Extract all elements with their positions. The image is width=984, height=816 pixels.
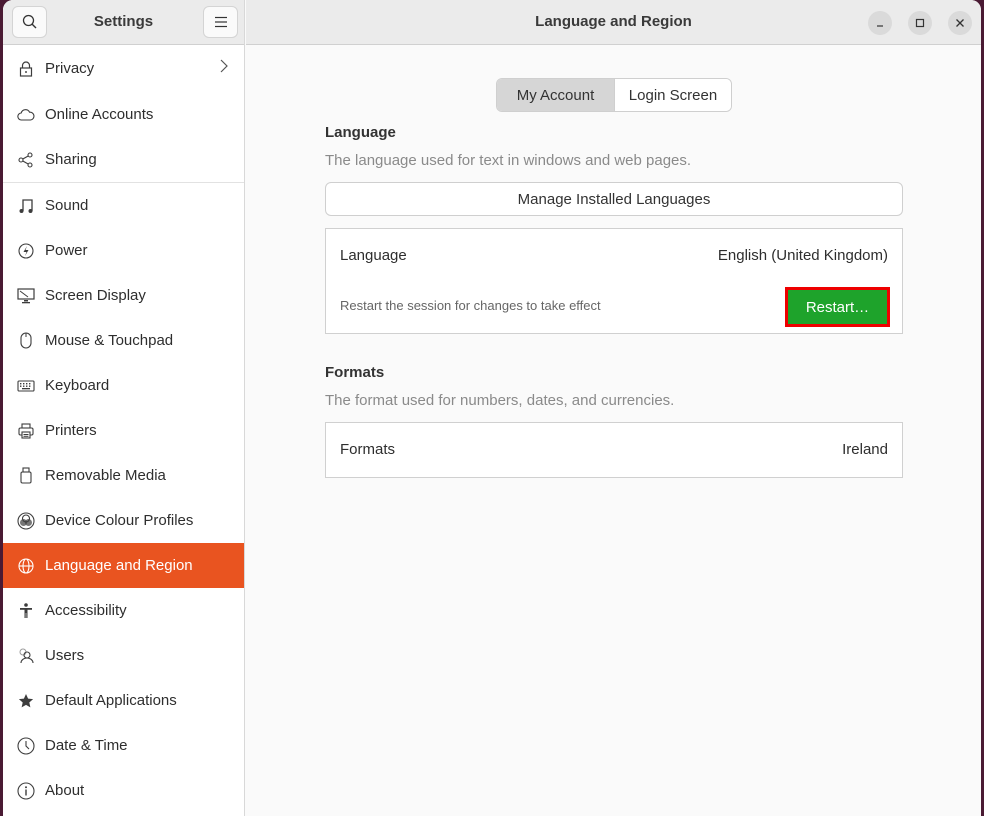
power-icon — [17, 242, 35, 260]
formats-card[interactable]: Formats Ireland — [325, 422, 903, 478]
restart-hint: Restart the session for changes to take … — [340, 298, 601, 313]
sidebar-item-default-applications[interactable]: Default Applications — [3, 678, 244, 723]
tab-my-account[interactable]: My Account — [497, 79, 615, 111]
sidebar-item-label: Sharing — [45, 151, 97, 168]
minimize-button[interactable] — [868, 11, 892, 35]
close-icon — [956, 19, 964, 27]
clock-icon — [17, 736, 35, 755]
formats-row-label: Formats — [340, 441, 396, 458]
maximize-button[interactable] — [908, 11, 932, 35]
sidebar-item-printers[interactable]: Printers — [3, 408, 244, 453]
sidebar-item-removable-media[interactable]: Removable Media — [3, 453, 244, 498]
cloud-icon — [17, 106, 35, 124]
lock-icon — [17, 60, 35, 78]
sidebar-item-about[interactable]: About — [3, 768, 244, 813]
accessibility-icon — [17, 602, 35, 620]
sidebar-item-label: About — [45, 782, 85, 799]
close-button[interactable] — [948, 11, 972, 35]
sidebar-item-mouse-touchpad[interactable]: Mouse & Touchpad — [3, 318, 244, 363]
chevron-right-icon — [220, 59, 228, 77]
sidebar-item-device-colour-profiles[interactable]: Device Colour Profiles — [3, 498, 244, 543]
sidebar-item-online-accounts[interactable]: Online Accounts — [3, 92, 244, 137]
language-card: Language English (United Kingdom) Restar… — [325, 228, 903, 334]
sidebar-item-label: Sound — [45, 197, 89, 214]
language-row-label: Language — [340, 247, 407, 264]
sidebar-item-screen-display[interactable]: Screen Display — [3, 273, 244, 318]
formats-section-description: The format used for numbers, dates, and … — [325, 392, 675, 409]
sidebar-item-privacy[interactable]: Privacy — [3, 45, 244, 92]
restart-button[interactable]: Restart… — [788, 290, 887, 324]
maximize-icon — [915, 18, 925, 28]
formats-section-title: Formats — [325, 364, 385, 381]
sidebar-item-label: Privacy — [45, 60, 95, 77]
language-section-description: The language used for text in windows an… — [325, 152, 692, 169]
printer-icon — [17, 422, 35, 440]
sidebar-item-power[interactable]: Power — [3, 228, 244, 273]
minimize-icon — [877, 25, 883, 27]
settings-window: Settings Privacy Online Accounts Sharing… — [3, 0, 981, 816]
star-icon — [17, 692, 35, 710]
main-menu-button[interactable] — [203, 6, 238, 38]
sidebar-item-label: Users — [45, 647, 85, 664]
restart-highlight: Restart… — [785, 287, 890, 327]
keyboard-icon — [17, 377, 35, 395]
sidebar-item-date-time[interactable]: Date & Time — [3, 723, 244, 768]
sidebar-item-label: Printers — [45, 422, 97, 439]
sidebar-item-label: Keyboard — [45, 377, 110, 394]
mouse-icon — [17, 332, 35, 350]
account-tabs: My Account Login Screen — [496, 78, 732, 112]
tab-login-screen[interactable]: Login Screen — [615, 79, 731, 111]
header-bar: Language and Region — [246, 0, 981, 45]
sidebar: Settings Privacy Online Accounts Sharing… — [3, 0, 245, 816]
sidebar-item-users[interactable]: Users — [3, 633, 244, 678]
sidebar-item-label: Device Colour Profiles — [45, 512, 194, 529]
manage-installed-languages-button[interactable]: Manage Installed Languages — [325, 182, 903, 216]
usb-drive-icon — [17, 467, 35, 485]
sidebar-item-label: Language and Region — [45, 557, 193, 574]
sidebar-item-keyboard[interactable]: Keyboard — [3, 363, 244, 408]
share-icon — [17, 151, 35, 169]
users-icon — [17, 647, 35, 665]
sidebar-item-accessibility[interactable]: Accessibility — [3, 588, 244, 633]
sidebar-item-label: Default Applications — [45, 692, 177, 709]
sidebar-item-label: Accessibility — [45, 602, 127, 619]
sidebar-item-label: Removable Media — [45, 467, 166, 484]
sidebar-item-label: Date & Time — [45, 737, 128, 754]
color-profile-icon — [17, 511, 35, 530]
sidebar-item-label: Power — [45, 242, 88, 259]
formats-row-value[interactable]: Ireland — [842, 441, 888, 458]
sidebar-item-label: Mouse & Touchpad — [45, 332, 174, 349]
sidebar-item-sharing[interactable]: Sharing — [3, 137, 244, 182]
music-note-icon — [17, 197, 35, 215]
hamburger-menu-icon — [214, 16, 227, 28]
sidebar-item-language-and-region[interactable]: Language and Region — [3, 543, 244, 588]
sidebar-item-label: Online Accounts — [45, 106, 154, 123]
sidebar-item-label: Screen Display — [45, 287, 146, 304]
main-panel: Language and Region My Account Login Scr… — [246, 0, 981, 816]
globe-icon — [17, 557, 35, 575]
language-row-value[interactable]: English (United Kingdom) — [718, 247, 888, 264]
sidebar-header: Settings — [3, 0, 244, 45]
info-icon — [17, 781, 35, 800]
sidebar-item-sound[interactable]: Sound — [3, 183, 244, 228]
language-section-title: Language — [325, 124, 396, 141]
display-icon — [17, 287, 35, 305]
